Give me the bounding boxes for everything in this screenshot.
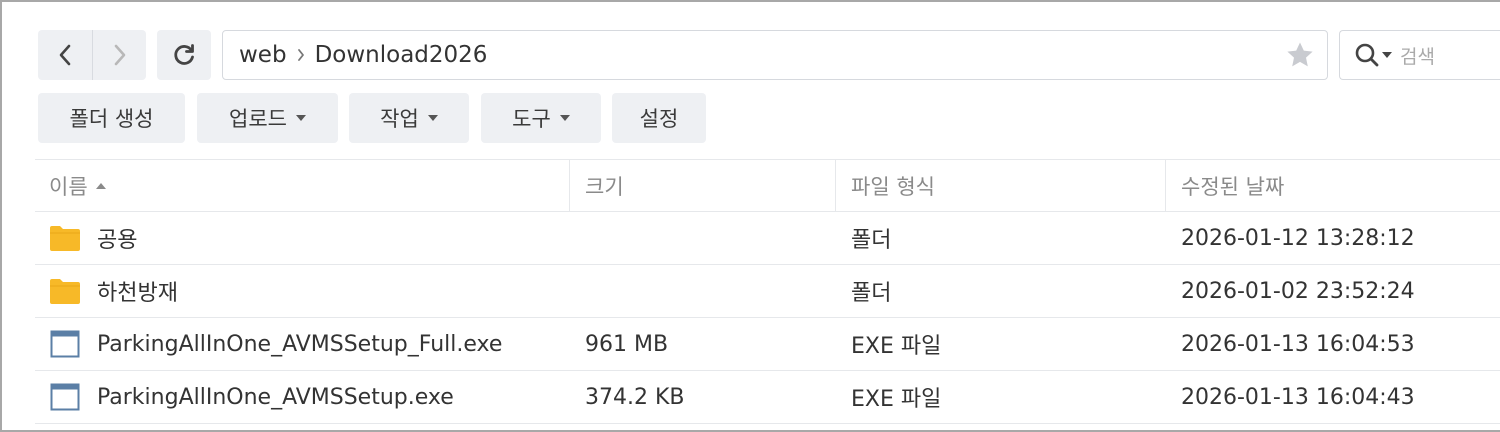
column-header-size[interactable]: 크기	[585, 160, 624, 212]
file-size: 961 MB	[585, 331, 669, 357]
caret-down-icon	[295, 115, 306, 121]
column-header-name[interactable]: 이름	[49, 160, 106, 212]
file-type: 폴더	[851, 228, 892, 253]
folder-icon	[49, 275, 81, 307]
table-row[interactable]: ParkingAllInOne_AVMSSetup.exe 374.2 KB E…	[35, 371, 1500, 424]
path-segment-current[interactable]: Download2026	[315, 42, 488, 68]
file-name: 공용	[97, 228, 138, 253]
action-button[interactable]: 작업	[349, 93, 469, 143]
search-options-icon[interactable]	[1382, 52, 1392, 58]
column-header-type[interactable]: 파일 형식	[851, 160, 935, 212]
caret-down-icon	[559, 115, 570, 121]
file-size: 374.2 KB	[585, 384, 685, 410]
table-header: 이름 크기 파일 형식 수정된 날짜	[35, 159, 1500, 212]
search-icon	[1355, 43, 1379, 67]
file-name-cell: ParkingAllInOne_AVMSSetup_Full.exe	[49, 318, 502, 370]
column-divider[interactable]	[569, 160, 570, 212]
tools-label: 도구	[512, 107, 551, 131]
file-modified: 2026-01-12 13:28:12	[1181, 225, 1415, 251]
file-type: 폴더	[851, 281, 892, 306]
upload-label: 업로드	[229, 107, 287, 131]
file-name-cell: 하천방재	[49, 265, 178, 317]
file-list: 이름 크기 파일 형식 수정된 날짜 공용 폴더 2026-01-12 13:2…	[35, 159, 1500, 424]
file-type: EXE 파일	[851, 334, 942, 359]
favorite-button[interactable]	[1285, 40, 1315, 76]
file-icon	[49, 381, 81, 413]
tools-button[interactable]: 도구	[481, 93, 601, 143]
column-divider[interactable]	[835, 160, 836, 212]
star-icon	[1287, 42, 1313, 67]
file-modified: 2026-01-13 16:04:43	[1181, 384, 1415, 410]
table-row[interactable]: ParkingAllInOne_AVMSSetup_Full.exe 961 M…	[35, 318, 1500, 371]
settings-label: 설정	[639, 107, 679, 131]
table-row[interactable]: 하천방재 폴더 2026-01-02 23:52:24	[35, 265, 1500, 318]
path-separator-icon	[297, 48, 305, 62]
action-label: 작업	[380, 107, 419, 131]
refresh-icon	[174, 44, 194, 65]
table-row[interactable]: 공용 폴더 2026-01-12 13:28:12	[35, 212, 1500, 265]
chevron-right-icon	[114, 44, 125, 66]
forward-button[interactable]	[92, 30, 146, 80]
path-bar[interactable]: web Download2026	[222, 30, 1328, 80]
file-name-cell: 공용	[49, 212, 137, 264]
chevron-left-icon	[59, 44, 71, 66]
path-segment-web[interactable]: web	[239, 42, 287, 68]
column-name-label: 이름	[49, 175, 88, 199]
settings-button[interactable]: 설정	[612, 93, 706, 143]
sort-ascending-icon	[95, 183, 106, 189]
file-name: ParkingAllInOne_AVMSSetup_Full.exe	[97, 331, 503, 357]
file-icon	[49, 328, 81, 360]
column-header-modified[interactable]: 수정된 날짜	[1181, 160, 1284, 212]
create-folder-button[interactable]: 폴더 생성	[38, 93, 185, 143]
file-modified: 2026-01-13 16:04:53	[1181, 331, 1415, 357]
search-box[interactable]: 검색	[1339, 30, 1500, 80]
upload-button[interactable]: 업로드	[197, 93, 338, 143]
history-nav	[38, 30, 146, 80]
create-folder-label: 폴더 생성	[69, 107, 154, 131]
file-type: EXE 파일	[851, 387, 942, 412]
file-modified: 2026-01-02 23:52:24	[1181, 278, 1415, 304]
folder-icon	[49, 222, 81, 254]
file-station-window: web Download2026 검색 폴더 생성 업로드 작업 도구 설정 이…	[0, 0, 1500, 432]
file-name: 하천방재	[97, 281, 178, 306]
refresh-button[interactable]	[157, 30, 211, 80]
search-input[interactable]: 검색	[1400, 42, 1435, 69]
file-name-cell: ParkingAllInOne_AVMSSetup.exe	[49, 371, 454, 423]
back-button[interactable]	[38, 30, 92, 80]
caret-down-icon	[427, 115, 438, 121]
file-name: ParkingAllInOne_AVMSSetup.exe	[97, 384, 454, 410]
column-divider[interactable]	[1165, 160, 1166, 212]
